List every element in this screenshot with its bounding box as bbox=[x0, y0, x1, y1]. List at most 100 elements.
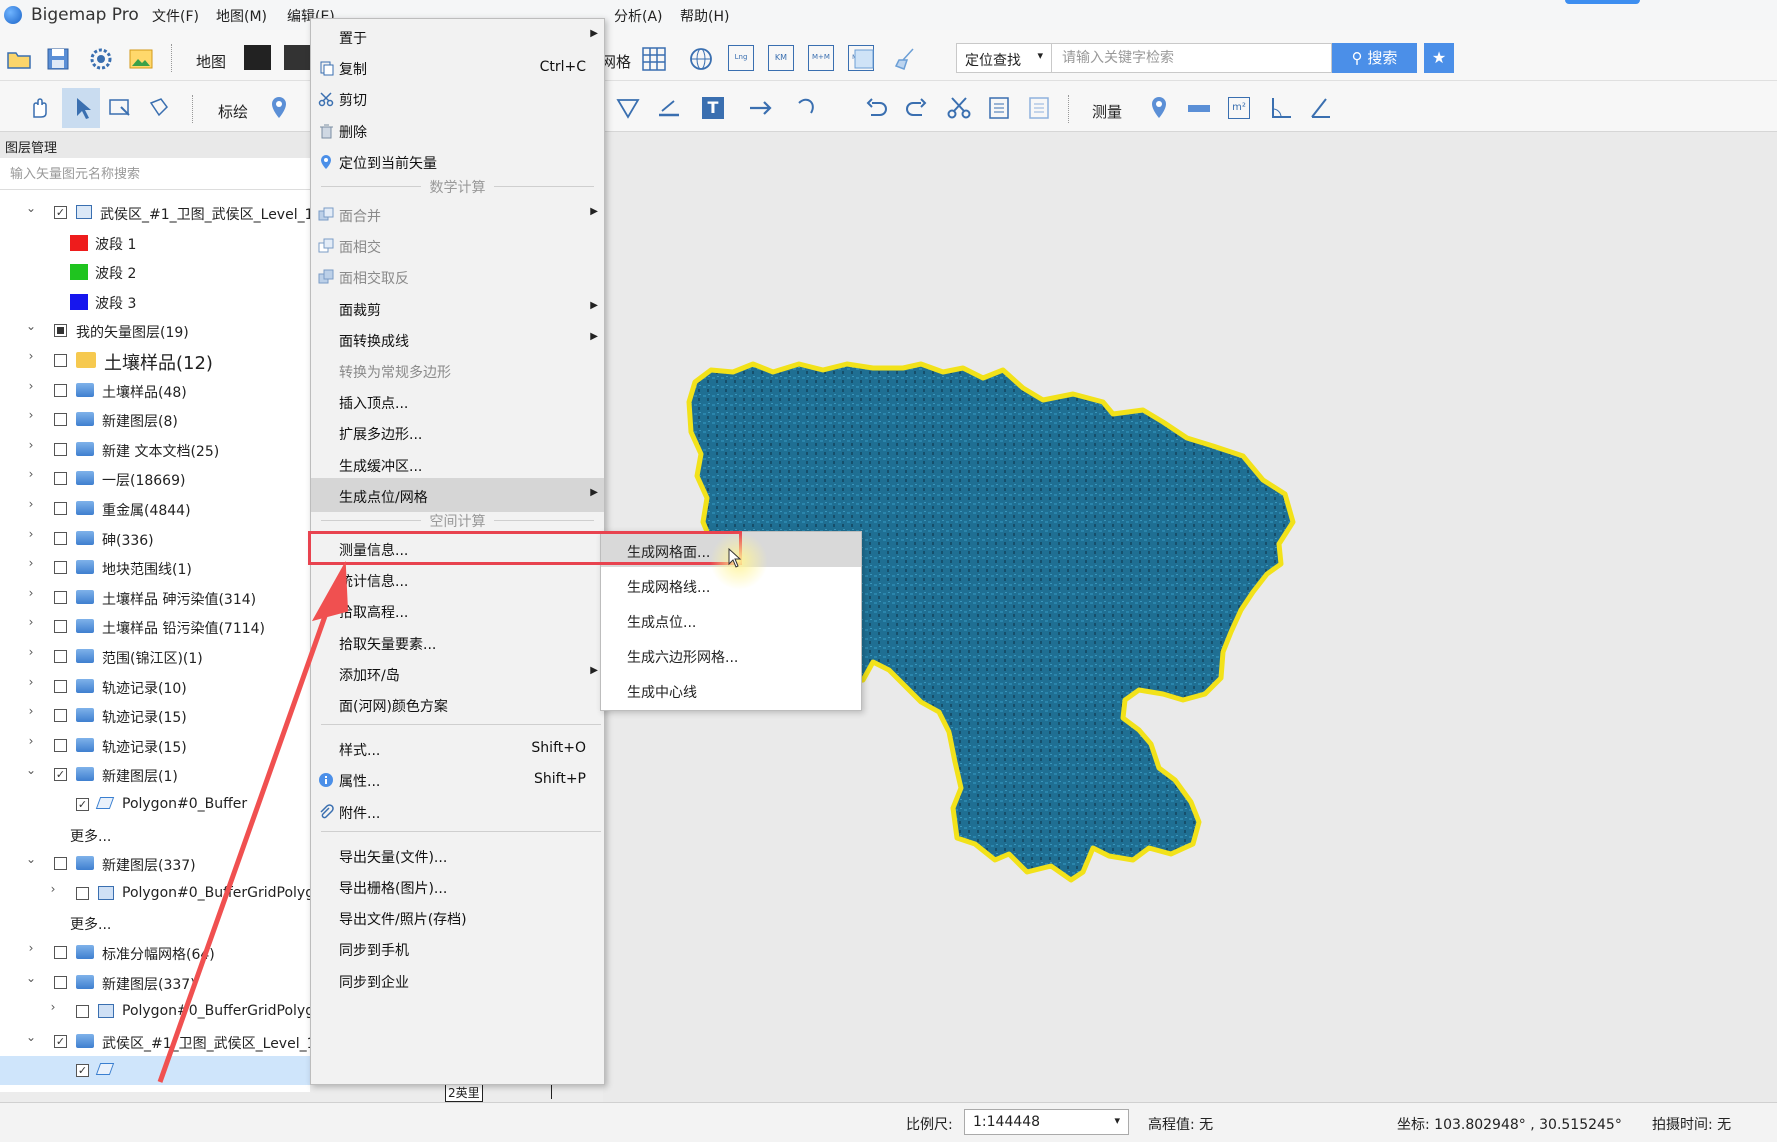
layer-row[interactable]: › 地块范围线(1) bbox=[0, 553, 310, 582]
search-type-dropdown[interactable]: 定位查找 ▾ bbox=[956, 43, 1052, 73]
chevron-right-icon[interactable]: › bbox=[24, 615, 38, 629]
favorite-star-button[interactable]: ★ bbox=[1424, 43, 1454, 73]
layer-checkbox[interactable] bbox=[54, 680, 67, 693]
context-menu-item[interactable]: 同步到企业 bbox=[311, 963, 604, 997]
layer-row[interactable]: ⌄ ✓ 新建图层(1) bbox=[0, 760, 310, 789]
chevron-down-icon[interactable]: ⌄ bbox=[24, 201, 38, 215]
layer-checkbox[interactable] bbox=[54, 413, 67, 426]
undo-icon[interactable] bbox=[863, 95, 889, 121]
angle-measure-icon[interactable] bbox=[1268, 95, 1294, 121]
layer-checkbox[interactable] bbox=[54, 650, 67, 663]
chevron-right-icon[interactable]: › bbox=[24, 349, 38, 363]
open-folder-icon[interactable] bbox=[6, 46, 32, 72]
layer-row[interactable]: › 土壤样品 砷污染值(314) bbox=[0, 583, 310, 612]
area-measure-icon[interactable]: m² bbox=[1228, 97, 1250, 119]
layer-checkbox[interactable] bbox=[54, 591, 67, 604]
layer-row[interactable]: ⌄ ✓ 武侯区_#1_卫图_武侯区_Level_17 bbox=[0, 198, 310, 227]
location-pin-icon[interactable] bbox=[1146, 95, 1172, 121]
chevron-down-icon[interactable]: ⌄ bbox=[24, 763, 38, 777]
context-menu-item[interactable]: 同步到手机 bbox=[311, 931, 604, 965]
context-menu-item[interactable]: 生成点位/网格 ▶ bbox=[311, 478, 604, 512]
satellite-map-thumb-icon[interactable] bbox=[244, 45, 271, 70]
layer-checkbox[interactable] bbox=[54, 946, 67, 959]
submenu-item[interactable]: 生成中心线 bbox=[601, 672, 861, 707]
context-menu-item[interactable]: 拾取高程... bbox=[311, 593, 604, 627]
lng-grid-icon[interactable]: Lng bbox=[728, 45, 754, 71]
grid-icon[interactable] bbox=[641, 46, 667, 72]
chevron-down-icon[interactable]: ⌄ bbox=[24, 852, 38, 866]
layer-checkbox[interactable] bbox=[54, 532, 67, 545]
layer-row[interactable]: ⌄ 新建图层(337) bbox=[0, 849, 310, 878]
context-menu-item[interactable]: 扩展多边形... bbox=[311, 415, 604, 449]
chevron-down-icon[interactable]: ⌄ bbox=[24, 1030, 38, 1044]
distance-ruler-icon[interactable] bbox=[1186, 95, 1212, 121]
layer-row[interactable]: ✓ Polygon#0_Buffer bbox=[0, 790, 310, 819]
layer-row[interactable]: › 范围(锦江区)(1) bbox=[0, 642, 310, 671]
context-menu-item[interactable]: 统计信息... bbox=[311, 562, 604, 596]
layer-checkbox[interactable] bbox=[76, 1005, 89, 1018]
context-menu-item[interactable]: 剪切 bbox=[311, 81, 604, 115]
layer-row[interactable]: › 轨迹记录(10) bbox=[0, 672, 310, 701]
context-menu-item[interactable]: 面裁剪 ▶ bbox=[311, 291, 604, 325]
layer-checkbox[interactable] bbox=[54, 739, 67, 752]
terrain-map-thumb-icon[interactable] bbox=[284, 45, 311, 70]
layer-row[interactable]: › Polygon#0_BufferGridPolygon bbox=[0, 997, 310, 1026]
attribute-table-icon[interactable] bbox=[1026, 95, 1052, 121]
chevron-right-icon[interactable]: › bbox=[24, 527, 38, 541]
polygon-select-icon[interactable] bbox=[147, 95, 173, 121]
layer-row[interactable]: 更多... bbox=[0, 820, 310, 849]
search-button[interactable]: ⚲ 搜索 bbox=[1332, 43, 1417, 73]
image-icon[interactable] bbox=[128, 46, 154, 72]
chevron-right-icon[interactable]: › bbox=[24, 734, 38, 748]
context-menu-item[interactable]: 面转换成线 ▶ bbox=[311, 322, 604, 356]
triangle-shape-icon[interactable] bbox=[615, 95, 641, 121]
context-menu-item[interactable]: 拾取矢量要素... bbox=[311, 625, 604, 659]
chevron-right-icon[interactable]: › bbox=[24, 556, 38, 570]
layer-row[interactable]: › 土壤样品 铅污染值(7114) bbox=[0, 612, 310, 641]
layer-row[interactable]: 更多... bbox=[0, 908, 310, 937]
context-menu-item[interactable]: 插入顶点... bbox=[311, 384, 604, 418]
context-menu-item[interactable]: 属性... Shift+P bbox=[311, 762, 604, 796]
context-menu-item[interactable]: 生成缓冲区... bbox=[311, 447, 604, 481]
measure-ruler-icon[interactable] bbox=[656, 95, 682, 121]
layer-row[interactable]: 波段 1 bbox=[0, 228, 310, 257]
layer-row[interactable]: ⌄ 新建图层(337) bbox=[0, 968, 310, 997]
chevron-right-icon[interactable]: › bbox=[24, 704, 38, 718]
submenu-item[interactable]: 生成六边形网格... bbox=[601, 637, 861, 672]
chevron-right-icon[interactable]: › bbox=[24, 645, 38, 659]
pointer-arrow-icon[interactable] bbox=[69, 95, 95, 121]
layer-checkbox[interactable] bbox=[54, 354, 67, 367]
text-tool-icon[interactable]: T bbox=[702, 97, 724, 119]
redo-icon[interactable] bbox=[904, 95, 930, 121]
layer-row[interactable]: › 新建 文本文档(25) bbox=[0, 435, 310, 464]
layer-row[interactable]: › 土壤样品(12) bbox=[0, 346, 310, 375]
layer-row[interactable]: › 土壤样品(48) bbox=[0, 376, 310, 405]
chevron-right-icon[interactable]: › bbox=[24, 497, 38, 511]
curve-tool-icon[interactable] bbox=[795, 95, 821, 121]
layer-row[interactable]: 波段 3 bbox=[0, 287, 310, 316]
context-menu-item[interactable]: 添加环/岛 ▶ bbox=[311, 656, 604, 690]
search-input[interactable] bbox=[1052, 43, 1332, 73]
layer-search-input[interactable] bbox=[0, 160, 310, 190]
context-menu-item[interactable]: 导出矢量(文件)... bbox=[311, 838, 604, 872]
menu-analysis[interactable]: 分析(A) bbox=[614, 6, 663, 26]
save-icon[interactable] bbox=[45, 46, 71, 72]
chevron-right-icon[interactable]: › bbox=[24, 467, 38, 481]
rect-select-icon[interactable] bbox=[107, 95, 133, 121]
layer-checkbox[interactable] bbox=[54, 324, 67, 337]
settings-gear-icon[interactable] bbox=[88, 46, 114, 72]
layer-checkbox[interactable] bbox=[54, 443, 67, 456]
mm-grid-icon[interactable]: M+M bbox=[808, 45, 834, 71]
broom-clear-icon[interactable] bbox=[893, 46, 919, 72]
context-menu-item[interactable]: 面(河网)颜色方案 bbox=[311, 687, 604, 721]
layer-row[interactable]: › 标准分幅网格(64) bbox=[0, 938, 310, 967]
km-grid-icon[interactable]: KM bbox=[768, 45, 794, 71]
layer-checkbox[interactable] bbox=[54, 709, 67, 722]
import-icon[interactable] bbox=[851, 46, 877, 72]
pan-hand-icon[interactable] bbox=[26, 95, 52, 121]
chevron-right-icon[interactable]: › bbox=[46, 882, 60, 896]
chevron-right-icon[interactable]: › bbox=[46, 1000, 60, 1014]
layer-checkbox[interactable] bbox=[54, 472, 67, 485]
scissors-tool-icon[interactable] bbox=[946, 95, 972, 121]
azimuth-measure-icon[interactable] bbox=[1308, 95, 1334, 121]
